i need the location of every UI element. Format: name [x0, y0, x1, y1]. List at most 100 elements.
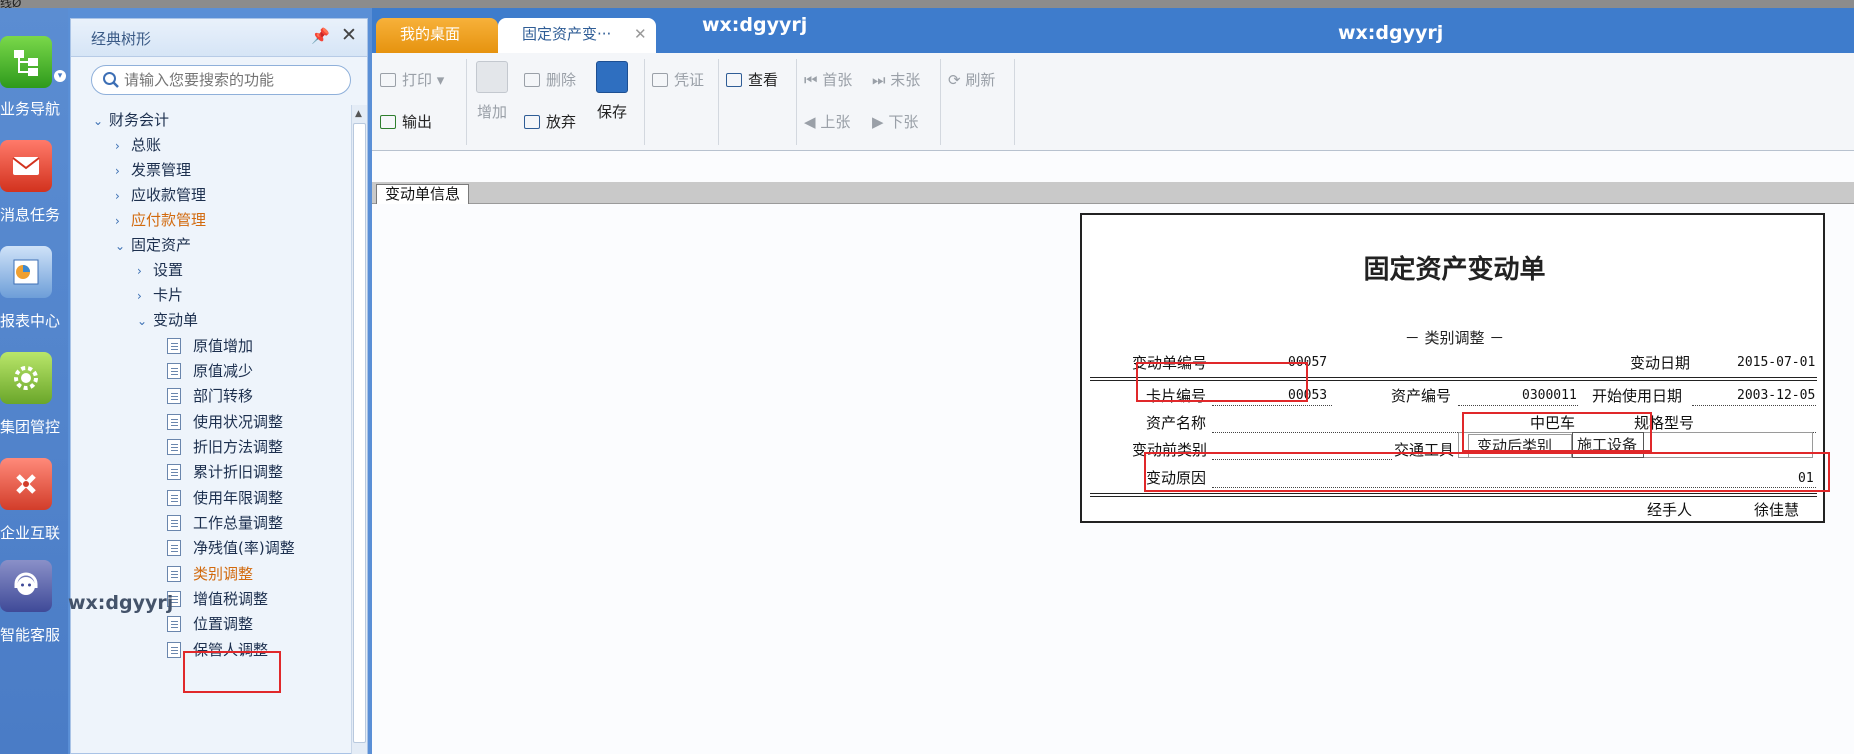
headset-icon — [0, 560, 52, 612]
floppy-disk-icon — [596, 61, 628, 93]
toolbar-divider — [1014, 59, 1015, 145]
close-icon[interactable]: ✕ — [634, 18, 647, 51]
delete-button[interactable]: 删除 — [524, 69, 576, 90]
tree-panel-header: 经典树形 📌 ✕ — [71, 19, 367, 57]
tree-leaf-residual[interactable]: 净残值(率)调整 — [167, 535, 295, 561]
chevron-right-icon: › — [137, 264, 142, 278]
tree-node-fixed-assets[interactable]: ⌄ 固定资产 — [115, 232, 191, 258]
toolbar-divider — [466, 59, 467, 145]
tree-node-change-voucher[interactable]: ⌄ 变动单 — [137, 307, 198, 333]
tree-leaf-dept-transfer[interactable]: 部门转移 — [167, 383, 253, 409]
gear-icon — [0, 352, 52, 404]
document-icon — [167, 566, 181, 582]
tab-change-info[interactable]: 变动单信息 — [376, 184, 470, 204]
start-date-value[interactable]: 2003-12-05 — [1737, 388, 1815, 403]
chevron-down-icon: ⌄ — [115, 239, 126, 253]
discard-button[interactable]: 放弃 — [524, 111, 576, 132]
tree-panel-title: 经典树形 — [91, 30, 152, 48]
document-icon — [167, 642, 181, 658]
document-icon — [167, 490, 181, 506]
skip-last-icon: ⏭ — [872, 71, 891, 89]
divider — [1090, 493, 1817, 494]
first-button[interactable]: ⏮ 首张 — [804, 69, 852, 90]
tree-node-cards[interactable]: › 卡片 — [137, 282, 183, 308]
document-icon — [167, 616, 181, 632]
tree-leaf-value-increase[interactable]: 原值增加 — [167, 333, 253, 359]
discard-icon — [524, 115, 540, 129]
search-box[interactable] — [91, 65, 351, 95]
top-strip: 线Ø — [0, 0, 1854, 10]
add-button[interactable]: 增加 — [474, 61, 510, 122]
rail-label: 消息任务 — [0, 206, 61, 224]
highlight-box — [1144, 452, 1830, 492]
mail-icon — [0, 140, 52, 192]
chevron-right-icon: › — [115, 164, 120, 178]
rail-label: 企业互联 — [0, 524, 61, 542]
save-button[interactable]: 保存 — [594, 61, 630, 122]
delete-icon — [524, 73, 540, 87]
tab-my-desktop[interactable]: 我的桌面 — [376, 18, 498, 53]
refresh-button[interactable]: ⟳ 刷新 — [948, 69, 995, 90]
tree-leaf-accum-depreciation[interactable]: 累计折旧调整 — [167, 459, 283, 485]
export-button[interactable]: 输出 — [380, 111, 432, 132]
link-icon — [0, 458, 52, 510]
field-underline — [1458, 405, 1578, 406]
chevron-down-icon: ⌄ — [137, 314, 148, 328]
tree-node-invoice[interactable]: › 发票管理 — [115, 157, 191, 183]
tree-node-settings[interactable]: › 设置 — [137, 257, 183, 283]
tree-leaf-usage-status[interactable]: 使用状况调整 — [167, 409, 283, 435]
rail-label: 智能客服 — [0, 626, 61, 644]
search-input[interactable] — [124, 70, 339, 90]
document-icon — [167, 515, 181, 531]
rail-label: 集团管控 — [0, 418, 61, 436]
voucher-button[interactable]: 凭证 — [652, 69, 704, 90]
tree-node-finance[interactable]: ⌄ 财务会计 — [93, 107, 169, 133]
toolbar-divider — [940, 59, 941, 145]
form-title: 固定资产变动单 — [1363, 255, 1546, 285]
printer-icon — [380, 73, 396, 87]
view-button[interactable]: 查看 — [726, 69, 778, 90]
last-button[interactable]: ⏭ 末张 — [872, 69, 920, 90]
pin-icon[interactable]: 📌 — [311, 27, 330, 45]
next-button[interactable]: ▶ 下张 — [872, 111, 918, 132]
tree-leaf-workload[interactable]: 工作总量调整 — [167, 510, 283, 536]
magnifier-icon — [726, 73, 742, 87]
print-button[interactable]: 打印 ▾ — [380, 69, 444, 90]
chevron-right-icon: › — [115, 214, 120, 228]
watermark: wx:dgyyrj — [702, 14, 808, 36]
tree-node-payables[interactable]: › 应付款管理 — [115, 207, 206, 233]
highlight-box — [183, 651, 281, 693]
tree-leaf-vat-adjust[interactable]: 增值税调整 — [167, 586, 268, 612]
tree-scrollbar[interactable]: ▲ — [351, 105, 367, 754]
toolbar-divider — [796, 59, 797, 145]
document-icon — [167, 540, 181, 556]
field-underline — [1212, 405, 1332, 406]
change-date-value: 2015-07-01 — [1737, 355, 1816, 370]
change-date-label: 变动日期 — [1630, 354, 1691, 372]
scroll-up-icon[interactable]: ▲ — [355, 109, 362, 119]
form-subtitle: － 类别调整 － — [1404, 329, 1505, 347]
document-icon — [167, 439, 181, 455]
tab-fixed-asset-change[interactable]: 固定资产变··· ✕ — [498, 18, 656, 53]
tree-node-gl[interactable]: › 总账 — [115, 132, 161, 158]
document-icon — [167, 464, 181, 480]
scroll-thumb[interactable] — [353, 123, 366, 743]
chevron-down-icon[interactable]: ▾ — [54, 70, 66, 82]
asset-no-value[interactable]: 0300011 — [1522, 388, 1577, 403]
chevron-right-icon: › — [137, 289, 142, 303]
tree-leaf-useful-life[interactable]: 使用年限调整 — [167, 485, 283, 511]
tree-leaf-value-decrease[interactable]: 原值减少 — [167, 358, 253, 384]
tree-leaf-depreciation-method[interactable]: 折旧方法调整 — [167, 434, 283, 460]
highlight-box — [1462, 412, 1652, 452]
tree-leaf-category-adjust[interactable]: 类别调整 — [167, 561, 253, 587]
toolbar-divider — [718, 59, 719, 145]
tree-leaf-location-adjust[interactable]: 位置调整 — [167, 611, 253, 637]
voucher-icon — [652, 73, 668, 87]
tree-node-receivables[interactable]: › 应收款管理 — [115, 182, 206, 208]
close-icon[interactable]: ✕ — [341, 24, 357, 46]
chevron-right-icon: › — [115, 139, 120, 153]
rail-label: 报表中心 — [0, 312, 61, 330]
left-rail: 业务导航 ▾ 消息任务 报表中心 集团管控 企业互联 智能客服 — [0, 8, 68, 754]
prev-button[interactable]: ◀ 上张 — [804, 111, 850, 132]
document-icon — [167, 388, 181, 404]
